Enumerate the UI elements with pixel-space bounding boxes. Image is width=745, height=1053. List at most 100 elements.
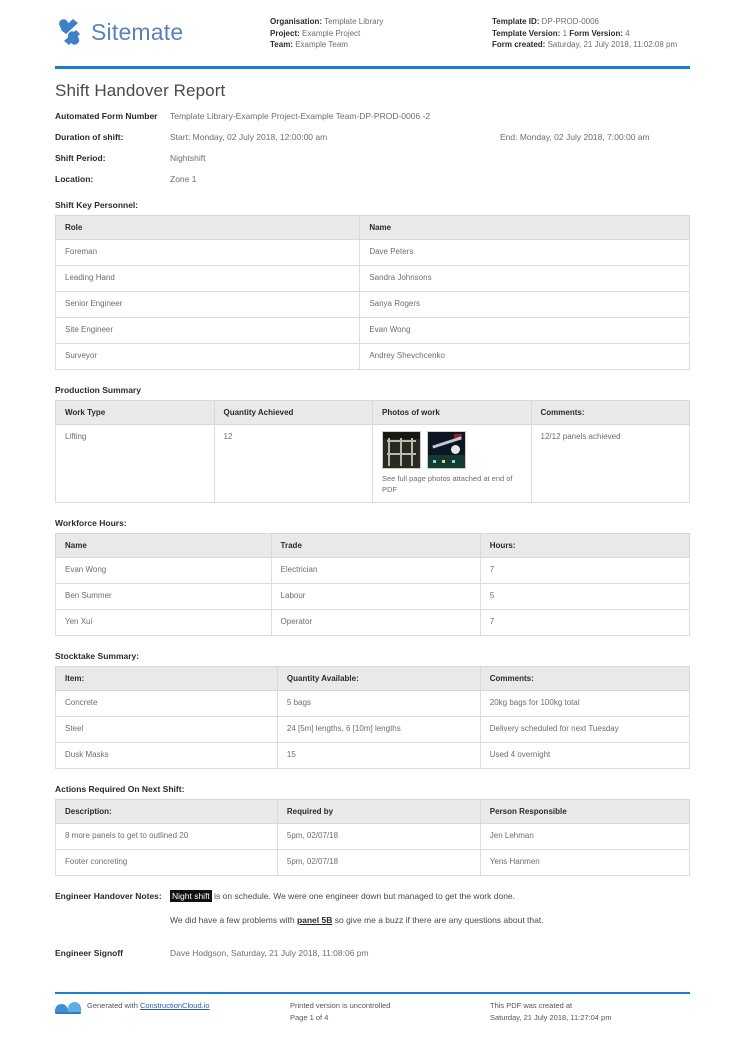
personnel-table: Role Name Foreman Dave Peters Leading Ha…	[54, 215, 690, 370]
column-trade: Trade	[270, 533, 481, 558]
scaffold-photo-thumbnail[interactable]	[382, 431, 421, 469]
meta-template-id-label: Template ID:	[492, 17, 540, 26]
notes-line-2: We did have a few problems with panel 5B…	[170, 914, 690, 927]
table-row: Yen Xui Operator 7	[55, 609, 691, 636]
table-header-row: Work Type Quantity Achieved Photos of wo…	[55, 400, 690, 425]
section-heading: Actions Required On Next Shift:	[55, 784, 185, 794]
actions-table: Description: Required by Person Responsi…	[55, 799, 691, 876]
cell-comments: Delivery scheduled for next Tuesday	[479, 716, 691, 743]
footer-print-info: Printed version is uncontrolled Page 1 o…	[290, 1000, 490, 1023]
footer-page-number: Page 1 of 4	[290, 1012, 329, 1022]
cell-hours: 7	[479, 609, 691, 636]
cell-required-by: 5pm, 02/07/18	[276, 823, 481, 850]
meta-team-label: Team:	[270, 40, 293, 50]
section-workforce-hours: Workforce Hours: Name Trade Hours: Evan …	[55, 518, 691, 636]
table-row: Concrete 5 bags 20kg bags for 100kg tota…	[55, 690, 691, 717]
cell-name: Yen Xui	[55, 609, 272, 636]
meta-form-created-value: Saturday, 21 July 2018, 11:02:08 pm	[547, 40, 678, 50]
field-label: Shift Period:	[55, 153, 106, 163]
page-title: Shift Handover Report	[55, 81, 226, 100]
section-shift-key-personnel: Shift Key Personnel: Role Name Foreman D…	[54, 200, 690, 370]
cell-name: Evan Wong	[359, 317, 690, 344]
cell-comments: 20kg bags for 100kg total	[479, 690, 691, 717]
footer-created-label: This PDF was created at	[490, 1001, 573, 1010]
production-table: Work Type Quantity Achieved Photos of wo…	[55, 400, 690, 503]
table-row: Leading Hand Sandra Johnsons	[54, 265, 690, 292]
document-footer: Generated with ConstructionCloud.io Prin…	[55, 992, 690, 1023]
notes-line-1-rest: is on schedule. We were one engineer dow…	[211, 891, 516, 901]
field-location: Location: Zone 1	[55, 173, 690, 185]
meta-project-value: Example Project	[302, 28, 361, 38]
footer-columns: Generated with ConstructionCloud.io Prin…	[55, 1000, 690, 1023]
cell-role: Senior Engineer	[54, 291, 361, 318]
cell-description: Footer concreting	[55, 849, 278, 876]
meta-team: Team: Example Team	[270, 39, 492, 51]
footer-generated-with: Generated with ConstructionCloud.io	[55, 1000, 290, 1023]
cell-item: Dusk Masks	[55, 742, 278, 769]
footer-created-info: This PDF was created at Saturday, 21 Jul…	[490, 1000, 690, 1023]
constructioncloud-link[interactable]: ConstructionCloud.io	[140, 1001, 210, 1010]
column-photos-of-work: Photos of work	[372, 400, 532, 425]
meta-template-version-value: 1	[562, 28, 568, 38]
field-label: Duration of shift:	[55, 132, 124, 142]
highlighted-text: Night shift	[170, 890, 212, 902]
cell-quantity: 5 bags	[276, 690, 481, 717]
header-meta-left: Organisation: Template Library Project: …	[270, 14, 492, 51]
signoff-value: Dave Hodgson, Saturday, 21 July 2018, 11…	[170, 948, 369, 958]
meta-form-created: Form created: Saturday, 21 July 2018, 11…	[492, 39, 690, 51]
cell-name: Sanya Rogers	[359, 291, 690, 318]
cell-quantity: 24 [5m] lengths, 6 [10m] lengths	[276, 716, 481, 743]
cell-description: 8 more panels to get to outlined 20	[55, 823, 278, 850]
cell-trade: Labour	[270, 583, 481, 610]
signoff-label: Engineer Signoff	[55, 948, 123, 958]
footer-generated-prefix: Generated with	[87, 1001, 140, 1010]
stocktake-table: Item: Quantity Available: Comments: Conc…	[55, 666, 691, 769]
column-description: Description:	[55, 799, 278, 824]
cell-comments: 12/12 panels achieved	[530, 424, 690, 503]
field-value: Nightshift	[170, 153, 206, 163]
cell-person-responsible: Yens Hanmen	[479, 849, 691, 876]
cell-role: Leading Hand	[54, 265, 361, 292]
field-label: Automated Form Number	[55, 111, 158, 121]
section-heading: Stocktake Summary:	[55, 651, 140, 661]
table-header-row: Role Name	[54, 215, 690, 240]
engineer-handover-notes: Engineer Handover Notes: Night shift is …	[55, 890, 690, 927]
field-label: Location:	[55, 174, 94, 184]
photo-thumbnail-strip	[382, 431, 522, 469]
cell-role: Site Engineer	[54, 317, 361, 344]
cell-name: Ben Summer	[55, 583, 272, 610]
table-row: Ben Summer Labour 5	[55, 583, 691, 610]
cell-item: Steel	[55, 716, 278, 743]
section-heading: Shift Key Personnel:	[55, 200, 139, 210]
column-name: Name	[359, 215, 690, 240]
section-heading: Workforce Hours:	[55, 518, 127, 528]
footer-created-value: Saturday, 21 July 2018, 11:27:04 pm	[490, 1012, 612, 1022]
cell-role: Surveyor	[54, 343, 361, 370]
table-row: Dusk Masks 15 Used 4 overnight	[55, 742, 691, 769]
night-site-photo-thumbnail[interactable]	[427, 431, 466, 469]
field-value: Template Library-Example Project-Example…	[170, 111, 431, 121]
photo-attachment-note: See full page photos attached at end of …	[382, 474, 513, 494]
header-divider	[55, 66, 690, 69]
section-heading: Production Summary	[55, 385, 141, 395]
document-page: Sitemate Organisation: Template Library …	[0, 0, 745, 1053]
meta-versions: Template Version: 1 Form Version: 4	[492, 28, 690, 40]
footer-divider	[55, 992, 690, 994]
table-row: Evan Wong Electrician 7	[55, 557, 691, 584]
cell-hours: 5	[479, 583, 691, 610]
cell-required-by: 5pm, 02/07/18	[276, 849, 481, 876]
column-quantity-achieved: Quantity Achieved	[213, 400, 373, 425]
column-comments: Comments:	[530, 400, 690, 425]
table-row: Footer concreting 5pm, 02/07/18 Yens Han…	[55, 849, 691, 876]
meta-project: Project: Example Project	[270, 28, 492, 40]
meta-organisation-label: Organisation:	[270, 17, 323, 26]
table-header-row: Item: Quantity Available: Comments:	[55, 666, 691, 691]
shift-end-value: End: Monday, 02 July 2018, 7:00:00 am	[500, 132, 650, 142]
engineer-signoff: Engineer Signoff Dave Hodgson, Saturday,…	[55, 947, 690, 960]
cell-quantity: 15	[276, 742, 481, 769]
table-row: 8 more panels to get to outlined 20 5pm,…	[55, 823, 691, 850]
column-required-by: Required by	[276, 799, 481, 824]
field-value: Start: Monday, 02 July 2018, 12:00:00 am…	[170, 131, 690, 143]
column-item: Item:	[55, 666, 278, 691]
table-row: Lifting 12 See full page photos attached…	[55, 424, 690, 503]
